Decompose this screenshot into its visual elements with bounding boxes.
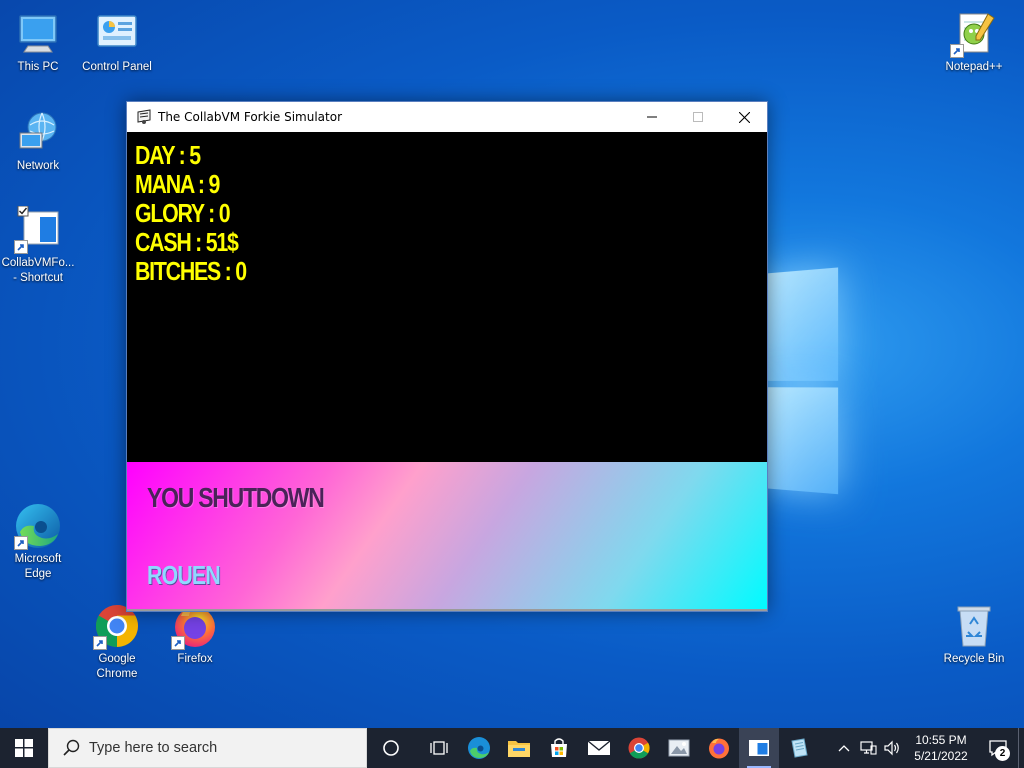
taskbar-file-explorer[interactable] [499, 728, 539, 768]
event-target-name: ROUEN [147, 560, 221, 590]
search-icon [63, 739, 80, 756]
desktop-icon-microsoft-edge[interactable]: Microsoft Edge [0, 502, 76, 582]
taskbar-notepad[interactable] [779, 728, 819, 768]
shortcut-arrow-icon [950, 44, 964, 58]
edge-icon [14, 502, 62, 550]
stat-day: DAY : 5 [135, 140, 201, 170]
recycle-bin-icon [950, 602, 998, 650]
mail-icon [587, 740, 611, 755]
event-panel[interactable]: YOU SHUTDOWN ROUEN [127, 462, 767, 611]
chrome-icon [628, 737, 650, 759]
cortana-icon [383, 740, 399, 756]
minimize-icon [647, 116, 657, 118]
taskbar: Type here to search 10:55 PM 5/21/2022 2 [0, 728, 1024, 768]
close-icon [738, 111, 750, 123]
desktop-icon-collabvm-shortcut[interactable]: CollabVMFo... - Shortcut [0, 205, 76, 286]
desktop-icon-recycle-bin[interactable]: Recycle Bin [936, 602, 1012, 667]
window-title: The CollabVM Forkie Simulator [158, 110, 343, 124]
action-center-button[interactable]: 2 [978, 728, 1018, 768]
game-stats-area: DAY : 5 MANA : 9 GLORY : 0 CASH : 51$ BI… [127, 132, 767, 462]
search-placeholder: Type here to search [89, 740, 218, 756]
window-titlebar[interactable]: The CollabVM Forkie Simulator [127, 102, 767, 132]
photos-icon [668, 739, 690, 757]
taskbar-firefox[interactable] [699, 728, 739, 768]
network-status-icon [860, 741, 877, 755]
tray-overflow-button[interactable] [832, 728, 856, 768]
firefox-icon [709, 738, 729, 759]
app-window-icon [136, 109, 152, 125]
stat-glory: GLORY : 0 [135, 198, 231, 228]
store-icon [551, 738, 567, 757]
tray-volume-button[interactable] [880, 728, 904, 768]
this-pc-icon [14, 10, 62, 58]
forkie-simulator-icon [749, 740, 769, 756]
shortcut-arrow-icon [14, 240, 28, 254]
taskbar-task-view[interactable] [419, 728, 459, 768]
minimize-button[interactable] [629, 102, 675, 132]
shortcut-arrow-icon [14, 536, 28, 550]
stat-cash: CASH : 51$ [135, 227, 239, 257]
taskbar-clock[interactable]: 10:55 PM 5/21/2022 [908, 732, 974, 764]
control-panel-icon [93, 10, 141, 58]
system-tray: 10:55 PM 5/21/2022 2 [832, 728, 1024, 768]
desktop-icon-google-chrome[interactable]: Google Chrome [79, 602, 155, 682]
taskbar-mail[interactable] [579, 728, 619, 768]
taskbar-search-box[interactable]: Type here to search [48, 728, 367, 768]
file-explorer-icon [508, 741, 530, 757]
shortcut-arrow-icon [171, 636, 185, 650]
notification-count-badge: 2 [995, 746, 1010, 761]
close-button[interactable] [721, 102, 767, 132]
taskbar-edge[interactable] [459, 728, 499, 768]
event-title: YOU SHUTDOWN [147, 482, 325, 513]
edge-icon [468, 737, 490, 759]
desktop-icon-control-panel[interactable]: Control Panel [79, 10, 155, 75]
chevron-up-icon [838, 745, 850, 752]
stat-bitches: BITCHES : 0 [135, 256, 247, 286]
clock-date: 5/21/2022 [914, 749, 968, 763]
maximize-icon [693, 112, 703, 122]
shortcut-arrow-icon [93, 636, 107, 650]
notepad-icon [791, 738, 808, 758]
taskbar-cortana[interactable] [371, 728, 411, 768]
desktop-icon-this-pc[interactable]: This PC [0, 10, 76, 75]
maximize-button[interactable] [675, 102, 721, 132]
windows-start-icon [15, 739, 33, 757]
desktop-icon-network[interactable]: Network [0, 109, 76, 174]
taskbar-forkie-simulator[interactable] [739, 728, 779, 768]
task-view-icon [430, 741, 448, 755]
notepad-plus-plus-icon [950, 10, 998, 58]
show-desktop-button[interactable] [1018, 728, 1024, 768]
taskbar-photos[interactable] [659, 728, 699, 768]
volume-icon [884, 740, 899, 756]
tray-network-button[interactable] [856, 728, 880, 768]
taskbar-chrome[interactable] [619, 728, 659, 768]
forkie-simulator-window[interactable]: The CollabVM Forkie Simulator DAY : 5 MA… [126, 101, 768, 612]
desktop-icon-notepad-plus-plus[interactable]: Notepad++ [936, 10, 1012, 75]
stat-mana: MANA : 9 [135, 169, 220, 199]
collabvm-shortcut-icon [14, 205, 62, 254]
start-button[interactable] [0, 728, 48, 768]
network-icon [14, 109, 62, 157]
clock-time: 10:55 PM [915, 733, 967, 747]
taskbar-store[interactable] [539, 728, 579, 768]
stats-list: DAY : 5 MANA : 9 GLORY : 0 CASH : 51$ BI… [135, 141, 270, 286]
